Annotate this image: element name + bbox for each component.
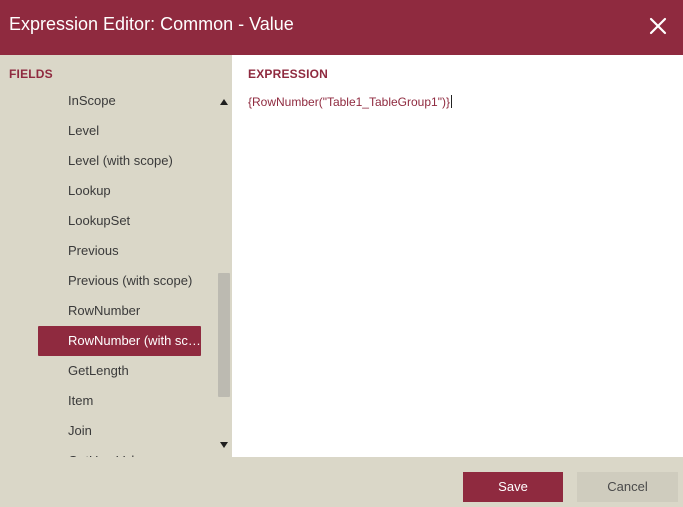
list-item[interactable]: Level [0, 116, 216, 146]
scroll-down-icon[interactable] [219, 440, 229, 450]
scroll-thumb[interactable] [218, 273, 230, 397]
expression-text: {RowNumber("Table1_TableGroup1")} [248, 95, 450, 109]
close-icon [649, 17, 667, 35]
list-item[interactable]: InScope [0, 90, 216, 116]
list-item[interactable]: Lookup [0, 176, 216, 206]
expression-panel: EXPRESSION {RowNumber("Table1_TableGroup… [232, 55, 683, 457]
list-item[interactable]: GetUserValue [0, 446, 216, 457]
fields-scrollbar[interactable] [216, 97, 232, 457]
list-item[interactable]: Level (with scope) [0, 146, 216, 176]
close-button[interactable] [645, 13, 671, 39]
list-item[interactable]: Item [0, 386, 216, 416]
list-item[interactable]: Join [0, 416, 216, 446]
dialog-titlebar: Expression Editor: Common - Value [0, 0, 683, 55]
list-item[interactable]: GetLength [0, 356, 216, 386]
fields-list: InScope Level Level (with scope) Lookup Look… [0, 90, 216, 457]
list-item-selected[interactable]: RowNumber (with scope) [38, 326, 201, 356]
fields-header: FIELDS [9, 67, 53, 81]
fields-list-inner: InScope Level Level (with scope) Lookup Look… [0, 90, 216, 457]
list-item[interactable]: Previous [0, 236, 216, 266]
expression-editor[interactable]: {RowNumber("Table1_TableGroup1")} [248, 95, 668, 435]
list-item[interactable]: Previous (with scope) [0, 266, 216, 296]
expression-header: EXPRESSION [248, 67, 329, 81]
save-button[interactable]: Save [463, 472, 563, 502]
scroll-up-icon[interactable] [219, 97, 229, 107]
cancel-button[interactable]: Cancel [577, 472, 678, 502]
dialog-title: Expression Editor: Common - Value [9, 14, 294, 34]
list-item[interactable]: LookupSet [0, 206, 216, 236]
fields-panel: FIELDS InScope Level Level (with scope) Loo… [0, 55, 232, 457]
list-item[interactable]: RowNumber [0, 296, 216, 326]
dialog-footer: Save Cancel [0, 457, 683, 507]
text-caret [450, 95, 452, 108]
